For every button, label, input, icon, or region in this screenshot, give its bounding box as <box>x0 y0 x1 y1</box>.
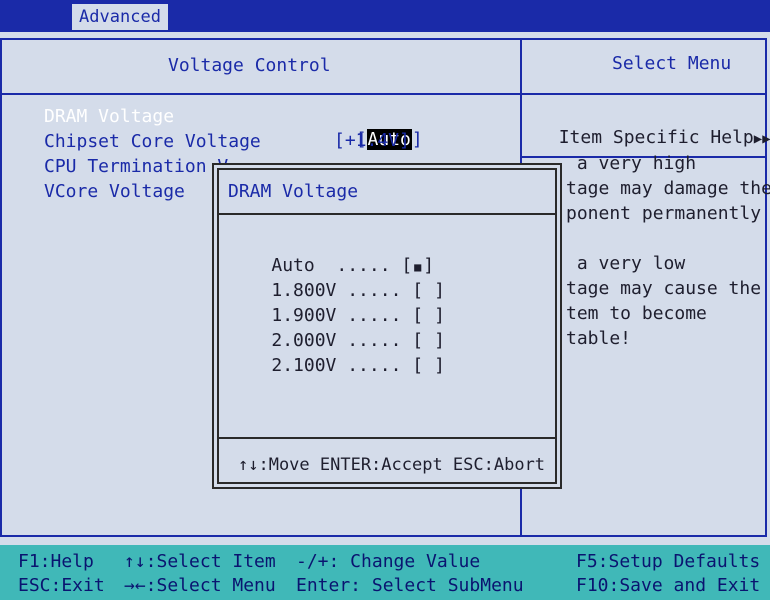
select-menu-title: Select Menu <box>612 53 732 74</box>
help-line-5: tage may cause the <box>566 278 762 299</box>
option-close: ] <box>434 355 445 376</box>
header-divider <box>0 93 767 95</box>
menu-item-chipset-core-voltage-value[interactable]: [+1.4V] <box>334 129 410 153</box>
dram-voltage-dialog: DRAM Voltage Auto ..... [■] 1.800V .....… <box>212 163 562 489</box>
status-bar: F1:Help ESC:Exit ↑↓:Select Item →←:Selec… <box>0 545 770 600</box>
hint-esc-exit: ESC:Exit <box>18 575 105 596</box>
value-bracket-close: ] <box>411 129 423 150</box>
menu-item-chipset-core-voltage-label[interactable]: Chipset Core Voltage <box>44 130 261 154</box>
help-arrows-icon: ▶▶▶ <box>753 131 770 147</box>
hint-f10-save-exit: F10:Save and Exit <box>576 575 761 596</box>
hint-f1-help: F1:Help <box>18 551 94 572</box>
help-title: Item Specific Help▶▶▶ <box>537 102 770 151</box>
option-2100v[interactable]: 2.100V ..... [ ] <box>228 330 445 402</box>
hint-select-submenu: Enter: Select SubMenu <box>296 575 524 596</box>
help-line-3: ponent permanently <box>566 203 762 224</box>
help-title-text: Item Specific Help <box>558 127 754 148</box>
help-line-2: tage may damage the <box>566 178 770 199</box>
dialog-title: DRAM Voltage <box>228 181 359 202</box>
dialog-footer-hint: ↑↓:Move ENTER:Accept ESC:Abort <box>238 455 546 475</box>
menu-item-vcore-voltage-label[interactable]: VCore Voltage <box>44 180 185 204</box>
help-line-1: a very high <box>566 153 697 174</box>
hint-select-menu: →←:Select Menu <box>124 575 276 596</box>
hint-select-item: ↑↓:Select Item <box>124 551 276 572</box>
help-line-6: tem to become <box>566 303 707 324</box>
dialog-footer-divider <box>219 437 555 439</box>
menu-item-dram-voltage-label[interactable]: DRAM Voltage <box>44 105 174 129</box>
help-line-7: table! <box>566 328 632 349</box>
page-title: Voltage Control <box>168 55 331 76</box>
hint-f5-defaults: F5:Setup Defaults <box>576 551 761 572</box>
menu-item-cpu-termination-label[interactable]: CPU Termination V <box>44 155 228 179</box>
dialog-title-divider <box>219 213 555 215</box>
option-label: 2.100V ..... [ <box>271 355 424 376</box>
option-mark <box>423 354 434 378</box>
help-line-4: a very low <box>566 253 686 274</box>
hint-change-value: -/+: Change Value <box>296 551 481 572</box>
tab-advanced[interactable]: Advanced <box>72 4 168 30</box>
top-menu-bar: Advanced <box>0 0 770 32</box>
